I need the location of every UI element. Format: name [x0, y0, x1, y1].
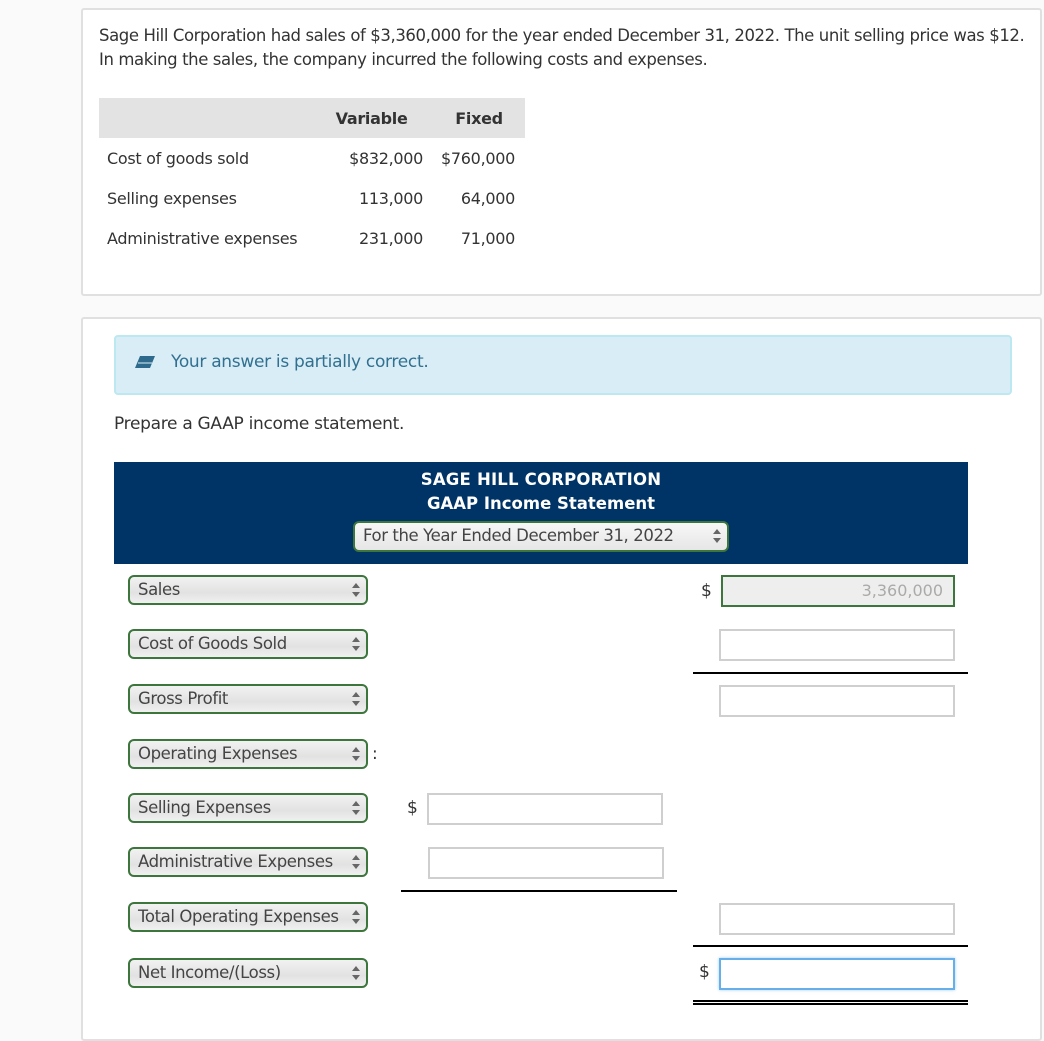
row-label: Administrative expenses — [107, 228, 298, 248]
line-item-select-total-operating-expenses[interactable]: Total Operating Expenses — [128, 902, 368, 932]
select-value: Cost of Goods Sold — [138, 634, 287, 653]
colon-label: : — [372, 744, 378, 764]
selling-expenses-amount-input[interactable] — [427, 793, 663, 825]
select-arrows-icon — [352, 692, 360, 706]
subtotal-rule — [693, 945, 968, 947]
gross-profit-amount-input[interactable] — [719, 685, 955, 717]
select-value: Net Income/(Loss) — [138, 963, 281, 982]
dollar-sign: $ — [699, 962, 710, 982]
select-arrows-icon — [352, 583, 360, 597]
dollar-sign: $ — [407, 798, 418, 818]
fixed-value: $760,000 — [441, 148, 515, 168]
sales-amount-input[interactable]: 3,360,000 — [721, 575, 955, 607]
fixed-value: 64,000 — [460, 188, 515, 208]
line-item-select-sales[interactable]: Sales — [128, 575, 368, 605]
net-income-amount-input[interactable] — [719, 958, 955, 990]
statement-header: SAGE HILL CORPORATION GAAP Income Statem… — [114, 462, 968, 564]
select-value: Operating Expenses — [138, 744, 298, 763]
select-arrows-icon — [352, 966, 360, 980]
feedback-text: Your answer is partially correct. — [171, 352, 429, 372]
line-item-select-net-income[interactable]: Net Income/(Loss) — [128, 958, 368, 988]
feedback-banner: Your answer is partially correct. — [114, 335, 1012, 395]
instruction-text: Prepare a GAAP income statement. — [114, 414, 405, 434]
statement-title: GAAP Income Statement — [426, 494, 656, 513]
dollar-sign: $ — [701, 581, 712, 601]
variable-value: 231,000 — [358, 228, 424, 248]
variable-value: $832,000 — [349, 148, 424, 168]
problem-card: Sage Hill Corporation had sales of $3,36… — [81, 8, 1042, 296]
select-arrows-icon — [352, 855, 360, 869]
line-item-select-operating-expenses[interactable]: Operating Expenses — [128, 739, 368, 769]
company-name: SAGE HILL CORPORATION — [420, 470, 662, 489]
select-value: Sales — [138, 580, 180, 599]
select-value: Selling Expenses — [138, 798, 271, 817]
line-item-select-cogs[interactable]: Cost of Goods Sold — [128, 629, 368, 659]
cost-table: Variable Fixed Cost of goods sold $832,0… — [99, 98, 525, 258]
subtotal-rule — [401, 890, 677, 892]
cost-table-header: Variable Fixed — [99, 98, 525, 138]
select-arrows-icon — [352, 910, 360, 924]
line-item-select-selling-expenses[interactable]: Selling Expenses — [128, 793, 368, 823]
problem-text: Sage Hill Corporation had sales of $3,36… — [99, 26, 1025, 69]
line-item-select-administrative-expenses[interactable]: Administrative Expenses — [128, 847, 368, 877]
administrative-expenses-amount-input[interactable] — [428, 847, 664, 879]
select-arrows-icon — [352, 801, 360, 815]
cogs-amount-input[interactable] — [719, 629, 955, 661]
total-operating-expenses-amount-input[interactable] — [719, 903, 955, 935]
table-row: Selling expenses 113,000 64,000 — [99, 178, 525, 218]
header-fixed: Fixed — [433, 98, 525, 138]
table-row: Administrative expenses 231,000 71,000 — [99, 218, 525, 258]
header-variable: Variable — [310, 98, 434, 138]
subtotal-rule — [693, 672, 968, 674]
fixed-value: 71,000 — [460, 228, 515, 248]
select-value: Gross Profit — [138, 689, 228, 708]
select-arrows-icon — [713, 529, 721, 543]
table-row: Cost of goods sold $832,000 $760,000 — [99, 138, 525, 178]
answer-card: Your answer is partially correct. Prepar… — [81, 317, 1042, 1041]
double-rule — [693, 1000, 968, 1005]
header-blank — [99, 98, 311, 138]
period-select-value: For the Year Ended December 31, 2022 — [363, 526, 674, 545]
select-arrows-icon — [352, 747, 360, 761]
row-label: Cost of goods sold — [107, 148, 249, 168]
row-label: Selling expenses — [107, 188, 237, 208]
select-arrows-icon — [352, 637, 360, 651]
select-value: Administrative Expenses — [138, 852, 333, 871]
eraser-icon — [135, 356, 155, 368]
variable-value: 113,000 — [358, 188, 424, 208]
period-select[interactable]: For the Year Ended December 31, 2022 — [353, 521, 729, 552]
line-item-select-gross-profit[interactable]: Gross Profit — [128, 684, 368, 714]
select-value: Total Operating Expenses — [138, 907, 339, 926]
